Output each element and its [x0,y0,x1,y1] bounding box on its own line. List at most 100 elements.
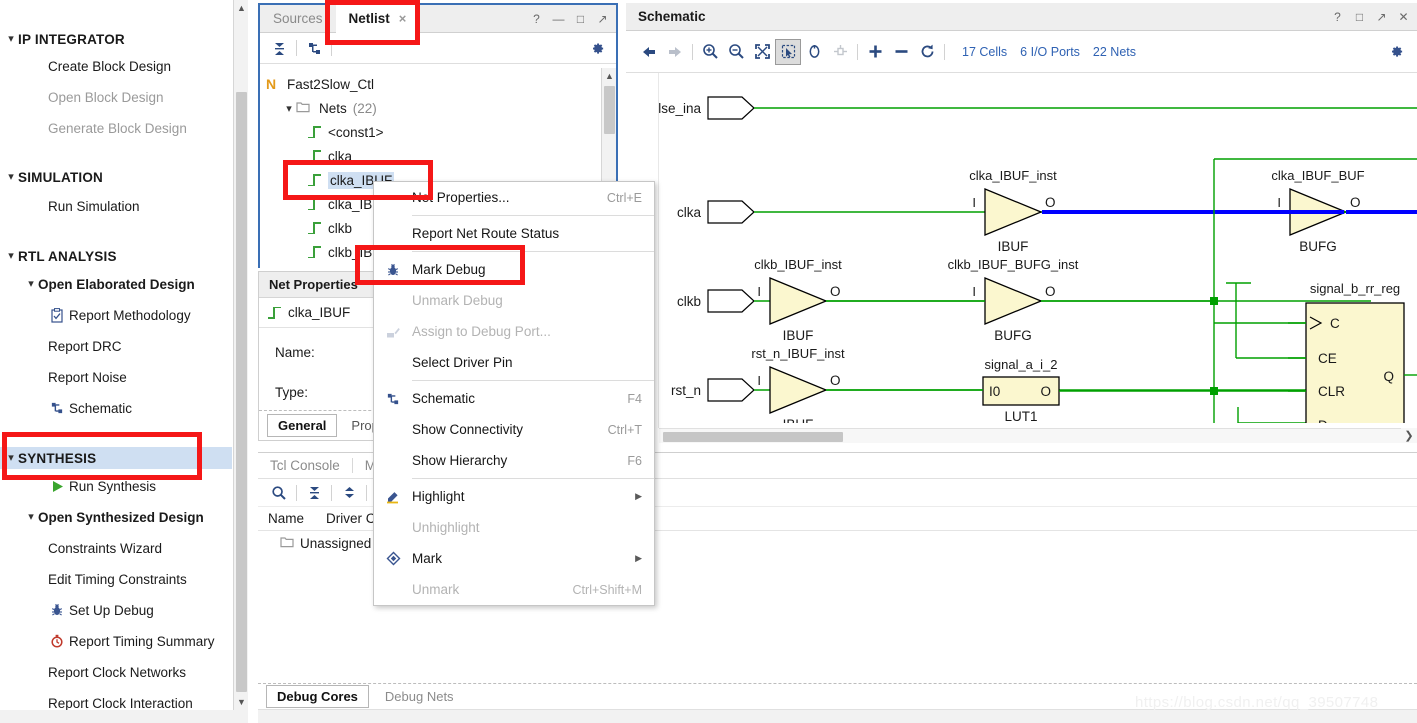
scroll-down-arrow-icon[interactable]: ▼ [234,694,249,710]
tab-netlist-close-icon[interactable]: × [399,11,407,26]
tab-sources[interactable]: Sources [260,5,336,33]
menu-item-mark[interactable]: Mark ▶ [374,543,654,574]
zoom-area-icon[interactable] [775,38,801,65]
sidebar-item-report-clock-networks[interactable]: Report Clock Networks [0,661,232,683]
zoom-out-icon[interactable] [723,39,749,65]
net-context-menu[interactable]: Net Properties... Ctrl+E Report Net Route … [373,181,655,606]
chevron-down-icon[interactable]: ▾ [4,33,18,45]
tab-tcl-console[interactable]: Tcl Console [258,453,352,479]
sidebar-item-open-elaborated-design[interactable]: ▾ Open Elaborated Design [0,273,232,295]
schematic-maximize-button[interactable]: □ [1353,10,1366,24]
help-button[interactable]: ? [530,12,543,26]
tab-debug-nets[interactable]: Debug Nets [375,686,464,707]
schematic-hscrollbar[interactable] [659,428,1401,443]
zoom-in-icon[interactable] [697,39,723,65]
tab-netlist[interactable]: Netlist × [335,4,420,33]
float-button[interactable]: ↗ [596,12,609,26]
sidebar-item-constraints-wizard[interactable]: Constraints Wizard [0,537,232,559]
sidebar-item-generate-block-design[interactable]: Generate Block Design [0,117,232,139]
menu-item-net-properties[interactable]: Net Properties... Ctrl+E [374,182,654,213]
io-ports-count[interactable]: 6 I/O Ports [1020,45,1080,59]
tree-item-fast2slow-ctl[interactable]: N Fast2Slow_Ctl [260,72,374,96]
sidebar-item-open-synthesized-design[interactable]: ▾ Open Synthesized Design [0,506,232,528]
schematic-float-button[interactable]: ↗ [1375,10,1388,24]
plus-icon[interactable] [862,39,888,65]
schematic-scroll-right-arrow-icon[interactable]: ❯ [1401,428,1417,443]
regenerate-icon[interactable] [801,39,827,65]
scroll-thumb[interactable] [236,92,247,692]
menu-item-report-net-route-status[interactable]: Report Net Route Status [374,218,654,249]
collapse-all-icon-2[interactable] [301,480,327,506]
menu-item-show-connectivity[interactable]: Show Connectivity Ctrl+T [374,414,654,445]
net-icon [308,198,322,210]
flow-navigator-scrollbar[interactable]: ▲ ▼ [233,0,248,710]
tab-debug-cores[interactable]: Debug Cores [266,685,369,708]
nets-count[interactable]: 22 Nets [1093,45,1136,59]
svg-text:O: O [1045,284,1056,299]
sidebar-item-report-timing-summary[interactable]: Report Timing Summary [0,630,232,652]
menu-item-mark-debug[interactable]: Mark Debug [374,254,654,285]
refresh-icon[interactable] [914,39,940,65]
menu-item-shortcut: Ctrl+E [606,190,642,205]
scroll-up-arrow-icon[interactable]: ▲ [234,0,249,16]
sidebar-item-label: SYNTHESIS [18,450,97,466]
chevron-down-icon[interactable]: ▾ [24,511,38,523]
chevron-down-icon[interactable]: ▾ [282,102,296,115]
schematic-help-button[interactable]: ? [1331,10,1344,24]
sidebar-item-ip-integrator[interactable]: ▾ IP INTEGRATOR [0,28,232,50]
tree-item-label: clka [328,148,353,164]
sidebar-item-run-simulation[interactable]: Run Simulation [0,195,232,217]
menu-item-highlight[interactable]: Highlight ▶ [374,481,654,512]
schematic-icon[interactable] [301,35,327,61]
chevron-down-icon[interactable]: ▾ [4,171,18,183]
chevron-down-icon[interactable]: ▾ [24,278,38,290]
schematic-close-button[interactable]: ✕ [1397,10,1410,24]
tree-item-clkb[interactable]: clkb [260,216,352,240]
sidebar-item-report-noise[interactable]: Report Noise [0,366,232,388]
chevron-down-icon[interactable]: ▾ [4,452,18,464]
schematic-canvas[interactable]: pulse_ina clka clkb rst_n clkb_IBUF_inst IBUF… [626,73,1417,423]
menu-item-select-driver-pin[interactable]: Select Driver Pin [374,347,654,378]
zoom-fit-icon[interactable] [749,39,775,65]
tab-general[interactable]: General [267,414,338,437]
sidebar-item-schematic[interactable]: Schematic [0,397,232,419]
collapse-all-icon[interactable] [266,35,292,61]
sidebar-item-create-block-design[interactable]: Create Block Design [0,55,232,77]
sidebar-item-open-block-design[interactable]: Open Block Design [0,86,232,108]
netlist-scroll-thumb[interactable] [604,86,615,134]
minus-icon[interactable] [888,39,914,65]
menu-item-shortcut: F4 [627,391,642,406]
search-icon[interactable] [266,480,292,506]
tree-item-clka-ibu[interactable]: clka_IBU [260,192,382,216]
tree-item-const1[interactable]: <const1> [260,120,384,144]
svg-text:I: I [757,373,761,388]
expand-cone-icon[interactable] [827,39,853,65]
sidebar-item-rtl-analysis[interactable]: ▾ RTL ANALYSIS [0,245,232,267]
column-name: Name [268,511,305,526]
sidebar-item-label: Edit Timing Constraints [48,571,187,587]
maximize-button[interactable]: □ [574,12,587,26]
minimize-button[interactable]: — [552,12,565,26]
back-arrow-icon[interactable] [636,39,662,65]
menu-item-schematic[interactable]: Schematic F4 [374,383,654,414]
tree-item-nets[interactable]: ▾ Nets (22) [260,96,377,120]
schematic-gear-icon[interactable] [1383,39,1409,65]
sidebar-item-report-methodology[interactable]: Report Methodology [0,304,232,326]
sidebar-item-report-drc[interactable]: Report DRC [0,335,232,357]
sidebar-item-simulation[interactable]: ▾ SIMULATION [0,166,232,188]
cells-count[interactable]: 17 Cells [962,45,1007,59]
sidebar-item-set-up-debug[interactable]: Set Up Debug [0,599,232,621]
schematic-hscroll-thumb[interactable] [663,432,843,442]
netlist-scroll-up-arrow-icon[interactable]: ▲ [602,68,617,84]
sidebar-item-synthesis[interactable]: ▾ SYNTHESIS [0,447,232,469]
tree-item-clka[interactable]: clka [260,144,352,168]
tree-item-clkb-ibu[interactable]: clkb_IBU [260,240,382,264]
gear-icon[interactable] [584,35,610,61]
expand-all-icon[interactable] [336,480,362,506]
menu-item-show-hierarchy[interactable]: Show Hierarchy F6 [374,445,654,476]
sidebar-item-label: SIMULATION [18,169,103,185]
forward-arrow-icon[interactable] [662,39,688,65]
sidebar-item-edit-timing-constraints[interactable]: Edit Timing Constraints [0,568,232,590]
sidebar-item-run-synthesis[interactable]: Run Synthesis [0,475,232,497]
chevron-down-icon[interactable]: ▾ [4,250,18,262]
